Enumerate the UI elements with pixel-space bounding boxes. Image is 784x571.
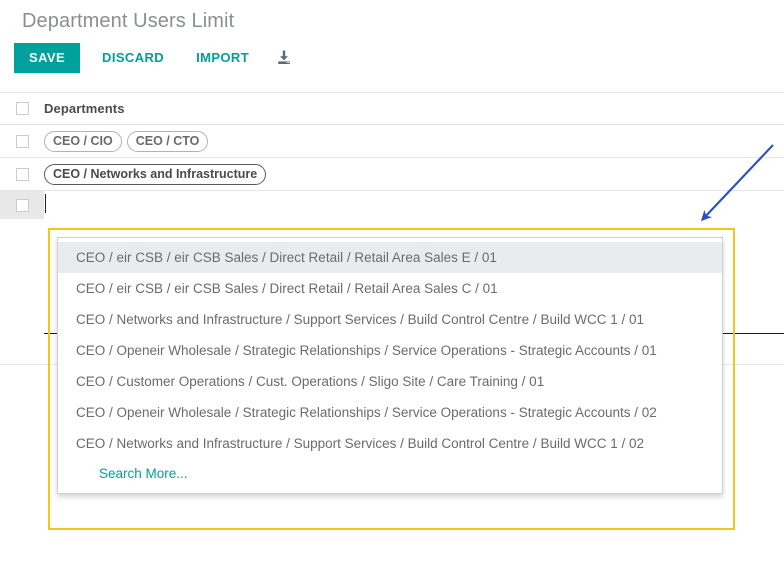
row-select-cell [0, 158, 44, 190]
dropdown-option[interactable]: CEO / Networks and Infrastructure / Supp… [58, 428, 722, 459]
list-header-row: Departments [0, 93, 784, 125]
dropdown-option[interactable]: CEO / Openeir Wholesale / Strategic Rela… [58, 335, 722, 366]
row-checkbox[interactable] [15, 198, 29, 212]
row-tags-cell: CEO / CIO CEO / CTO [44, 126, 784, 157]
departments-list: Departments CEO / CIO CEO / CTO CEO / Ne… [0, 92, 784, 365]
autocomplete-dropdown: CEO / eir CSB / eir CSB Sales / Direct R… [57, 237, 723, 494]
row-checkbox[interactable] [15, 134, 29, 148]
department-tag[interactable]: CEO / Networks and Infrastructure [44, 163, 267, 185]
row-select-cell [0, 191, 44, 219]
page-title: Department Users Limit [22, 10, 235, 32]
department-tag[interactable]: CEO / CTO [126, 130, 209, 152]
toolbar: SAVE DISCARD IMPORT [0, 34, 784, 73]
dropdown-option[interactable]: CEO / Networks and Infrastructure / Supp… [58, 304, 722, 335]
select-all-checkbox[interactable] [15, 102, 29, 115]
dropdown-option[interactable]: CEO / eir CSB / eir CSB Sales / Direct R… [58, 242, 722, 273]
department-search-input[interactable] [44, 192, 732, 218]
dropdown-option[interactable]: CEO / Customer Operations / Cust. Operat… [58, 366, 722, 397]
text-caret [45, 194, 46, 213]
select-all-cell [0, 93, 44, 124]
search-more-link[interactable]: Search More... [99, 466, 188, 481]
dropdown-option[interactable]: CEO / eir CSB / eir CSB Sales / Direct R… [58, 273, 722, 304]
header-cell-departments: Departments [44, 96, 784, 121]
discard-button[interactable]: DISCARD [92, 43, 174, 73]
table-row[interactable]: CEO / Networks and Infrastructure [0, 158, 784, 191]
table-row-editing[interactable] [0, 191, 784, 219]
row-checkbox[interactable] [15, 167, 29, 181]
department-input-wrap [44, 192, 784, 218]
save-button[interactable]: SAVE [14, 42, 81, 73]
table-row[interactable]: CEO / CIO CEO / CTO [0, 125, 784, 158]
row-tags-cell: CEO / Networks and Infrastructure [44, 159, 784, 190]
department-tag[interactable]: CEO / CIO [44, 130, 122, 152]
import-button[interactable]: IMPORT [186, 43, 259, 73]
column-header-departments: Departments [44, 101, 125, 116]
dropdown-option[interactable]: CEO / Openeir Wholesale / Strategic Rela… [58, 397, 722, 428]
search-more-row: Search More... [58, 459, 722, 487]
row-select-cell [0, 125, 44, 157]
download-icon[interactable] [273, 47, 295, 69]
